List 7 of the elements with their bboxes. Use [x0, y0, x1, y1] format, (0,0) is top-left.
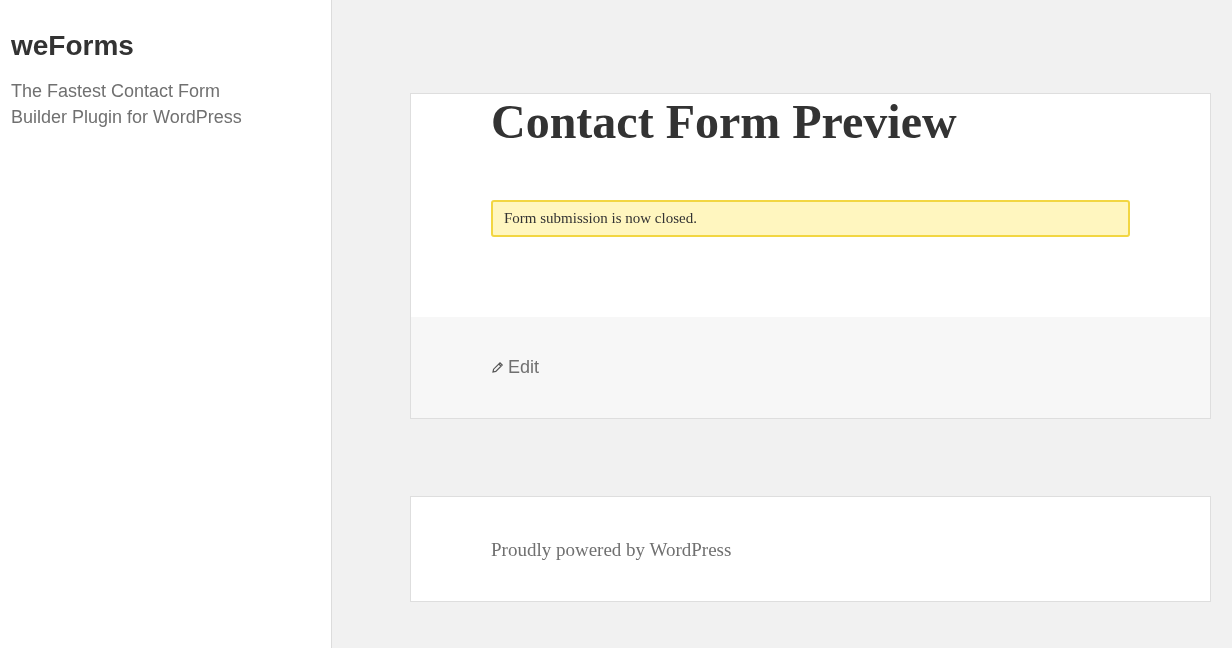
site-tagline: The Fastest Contact Form Builder Plugin for WordPress [11, 80, 243, 129]
closed-notice: Form submission is now closed. [491, 200, 1130, 237]
site-title[interactable]: weForms [11, 30, 134, 62]
page-title: Contact Form Preview [491, 94, 958, 150]
credit-link[interactable]: Proudly powered by WordPress [491, 539, 732, 560]
pencil-icon [491, 361, 504, 374]
edit-link[interactable]: Edit [491, 357, 540, 378]
